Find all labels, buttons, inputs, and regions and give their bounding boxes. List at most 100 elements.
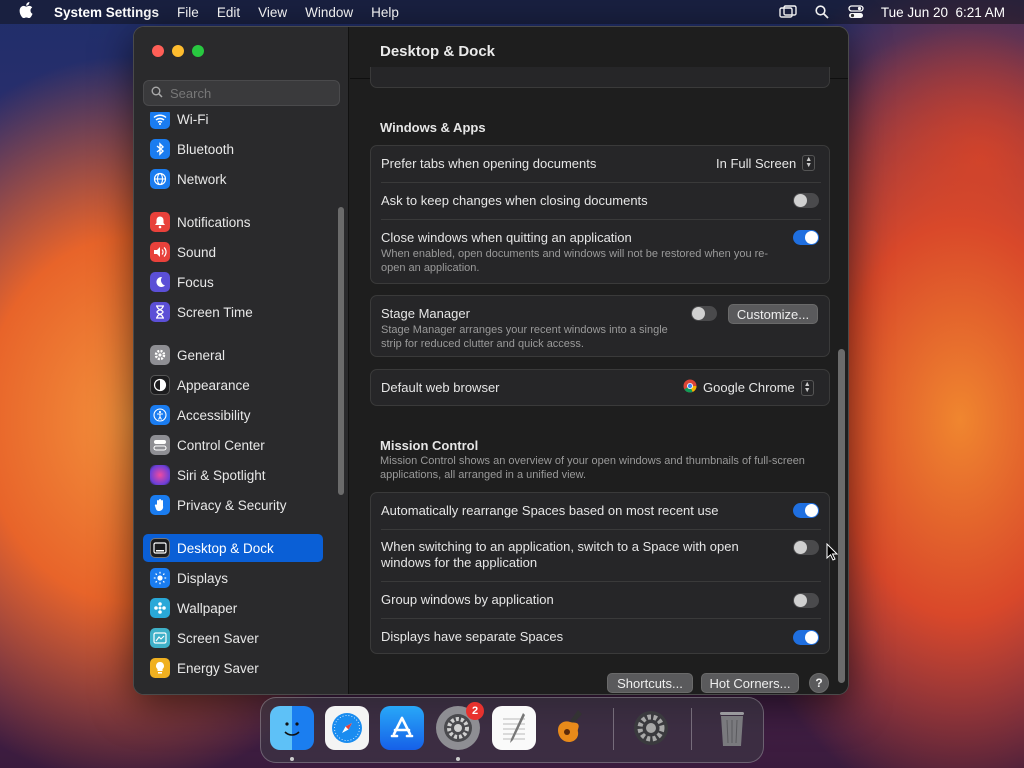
mission-control-title: Mission Control — [380, 438, 479, 453]
speaker-icon — [150, 242, 170, 262]
sidebar-item-screen-saver[interactable]: Screen Saver — [143, 624, 323, 652]
search-input[interactable] — [170, 85, 330, 101]
prefer-tabs-label: Prefer tabs when opening documents — [381, 156, 597, 171]
separate-spaces-row: Displays have separate Spaces — [371, 629, 829, 644]
menu-view[interactable]: View — [249, 5, 296, 20]
popup-chevron-icon: ▲ ▼ — [802, 155, 816, 171]
accessibility-icon — [150, 405, 170, 425]
menu-app-name[interactable]: System Settings — [52, 5, 168, 20]
spotlight-search-icon[interactable] — [813, 5, 831, 19]
zoom-button[interactable] — [192, 45, 204, 57]
screen-mirroring-icon[interactable] — [779, 5, 797, 19]
sidebar-item-label: Privacy & Security — [177, 497, 287, 513]
row-separator — [381, 219, 821, 220]
mouse-cursor-icon — [826, 542, 839, 564]
help-button[interactable]: ? — [809, 673, 829, 693]
window-controls — [152, 45, 204, 57]
menu-file[interactable]: File — [168, 5, 208, 20]
sidebar-item-label: Focus — [177, 274, 214, 290]
lightbulb-icon — [150, 658, 170, 678]
dock: 2 — [260, 697, 764, 763]
sidebar-item-sound[interactable]: Sound — [143, 238, 323, 266]
prefer-tabs-value: In Full Screen — [716, 155, 797, 171]
browser-group: Default web browser Google Chrome ▲ ▼ — [370, 369, 830, 406]
wallpaper-icon — [150, 598, 170, 618]
ask-keep-label: Ask to keep changes when closing documen… — [381, 193, 648, 208]
sidebar-item-control-center[interactable]: Control Center — [143, 431, 323, 459]
sidebar-item-general[interactable]: General — [143, 341, 323, 369]
sidebar-item-label: Siri & Spotlight — [177, 467, 266, 483]
sidebar-item-focus[interactable]: Focus — [143, 268, 323, 296]
sidebar-item-displays[interactable]: Displays — [143, 564, 323, 592]
separate-spaces-toggle[interactable] — [793, 630, 819, 645]
customize-button[interactable]: Customize... — [728, 304, 818, 324]
appearance-icon — [150, 375, 170, 395]
desktop-icon — [150, 538, 170, 558]
bluetooth-icon — [150, 139, 170, 159]
sidebar-item-appearance[interactable]: Appearance — [143, 371, 323, 399]
sidebar-item-label: Energy Saver — [177, 660, 259, 676]
switch-space-row: When switching to an application, switch… — [371, 539, 829, 571]
sidebar-item-label: Bluetooth — [177, 141, 235, 157]
control-center-icon[interactable] — [847, 5, 865, 19]
menu-help[interactable]: Help — [362, 5, 408, 20]
menu-edit[interactable]: Edit — [208, 5, 249, 20]
sidebar-item-energy-saver[interactable]: Energy Saver — [143, 654, 323, 682]
sidebar-item-bluetooth[interactable]: Bluetooth — [143, 135, 323, 163]
group-windows-toggle[interactable] — [793, 593, 819, 608]
system-settings-dock-icon[interactable]: 2 — [436, 702, 484, 750]
hot-corners-button[interactable]: Hot Corners... — [701, 673, 799, 693]
windows-apps-title: Windows & Apps — [380, 120, 486, 135]
content-pane: Desktop & Dock Windows & Apps Prefer tab… — [350, 27, 848, 694]
content-scrollbar[interactable] — [838, 349, 845, 683]
sidebar-scrollbar[interactable] — [338, 207, 344, 495]
sidebar-item-network[interactable]: Network — [143, 165, 323, 193]
control-center-icon — [150, 435, 170, 455]
ask-keep-row: Ask to keep changes when closing documen… — [371, 193, 829, 208]
finder-icon[interactable] — [270, 706, 314, 750]
search-field[interactable] — [143, 80, 340, 106]
switch-space-toggle[interactable] — [793, 540, 819, 555]
finder-running-indicator — [290, 757, 294, 761]
moon-icon — [150, 272, 170, 292]
sidebar-item-notifications[interactable]: Notifications — [143, 208, 323, 236]
close-windows-toggle[interactable] — [793, 230, 819, 245]
trash-icon[interactable] — [710, 706, 754, 750]
sidebar-item-privacy-security[interactable]: Privacy & Security — [143, 491, 323, 519]
chrome-icon — [683, 379, 697, 396]
auto-rearrange-label: Automatically rearrange Spaces based on … — [381, 503, 719, 518]
system-settings-minimized-icon[interactable] — [629, 706, 673, 750]
sidebar-item-label: Desktop & Dock — [177, 540, 274, 556]
textedit-icon[interactable] — [492, 706, 536, 750]
safari-icon[interactable] — [325, 706, 369, 750]
stage-manager-toggle[interactable] — [691, 306, 717, 321]
popup-chevron-icon: ▲ ▼ — [800, 379, 814, 396]
sidebar-item-siri-spotlight[interactable]: Siri & Spotlight — [143, 461, 323, 489]
garageband-icon[interactable] — [548, 706, 592, 750]
sidebar-item-accessibility[interactable]: Accessibility — [143, 401, 323, 429]
separate-spaces-label: Displays have separate Spaces — [381, 629, 564, 644]
apple-menu-icon[interactable] — [0, 2, 52, 22]
shortcuts-button[interactable]: Shortcuts... — [607, 673, 693, 693]
app-store-icon[interactable] — [380, 706, 424, 750]
row-separator — [381, 618, 821, 619]
auto-rearrange-toggle[interactable] — [793, 503, 819, 518]
sidebar-item-label: Control Center — [177, 437, 265, 453]
menu-window[interactable]: Window — [296, 5, 362, 20]
sidebar-item-label: Screen Saver — [177, 630, 259, 646]
windows-apps-group: Prefer tabs when opening documents In Fu… — [370, 145, 830, 284]
sidebar-item-wallpaper[interactable]: Wallpaper — [143, 594, 323, 622]
prefer-tabs-popup[interactable]: In Full Screen ▲ ▼ — [716, 155, 816, 171]
row-separator — [381, 581, 821, 582]
browser-popup[interactable]: Google Chrome ▲ ▼ — [683, 379, 814, 396]
sidebar-item-label: Notifications — [177, 214, 251, 230]
sidebar-item-wifi[interactable]: Wi-Fi — [143, 112, 323, 133]
minimize-button[interactable] — [172, 45, 184, 57]
screensaver-icon — [150, 628, 170, 648]
sidebar-item-desktop-dock[interactable]: Desktop & Dock — [143, 534, 323, 562]
sidebar-item-screen-time[interactable]: Screen Time — [143, 298, 323, 326]
menubar-clock[interactable]: Tue Jun 20 6:21 AM — [881, 5, 1005, 20]
ask-keep-toggle[interactable] — [793, 193, 819, 208]
close-windows-row: Close windows when quitting an applicati… — [371, 230, 829, 275]
close-button[interactable] — [152, 45, 164, 57]
